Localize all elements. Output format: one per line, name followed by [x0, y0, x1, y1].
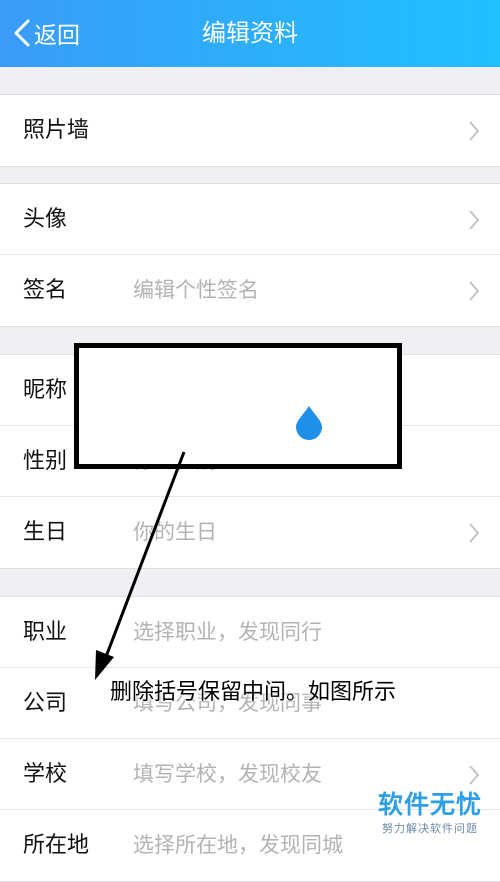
row-signature[interactable]: 签名 编辑个性签名	[0, 255, 500, 326]
watermark: 软件无忧 努力解决软件问题	[378, 790, 482, 836]
row-label: 昵称	[23, 378, 68, 403]
chevron-right-icon	[469, 121, 480, 141]
row-value: 填写学校，发现校友	[133, 762, 322, 786]
row-photo-wall[interactable]: 照片墙	[0, 95, 500, 166]
row-value: 你的生日	[133, 520, 217, 544]
watermark-subtitle: 努力解决软件问题	[381, 822, 478, 835]
row-avatar[interactable]: 头像	[0, 184, 500, 255]
annotation-box	[74, 343, 402, 469]
watermark-title: 软件无忧	[377, 790, 482, 819]
row-label: 生日	[23, 520, 68, 545]
chevron-right-icon	[469, 523, 480, 543]
row-value: 选择所在地，发现同城	[133, 833, 343, 857]
section-social: 职业 选择职业，发现同行 公司 填写公司，发现同事 学校 填写学校，发现校友 所…	[0, 596, 500, 882]
row-label: 公司	[23, 691, 68, 716]
chevron-right-icon	[469, 765, 480, 785]
annotation-text: 删除括号保留中间。如图所示	[110, 680, 397, 705]
row-label: 签名	[23, 278, 68, 303]
row-label: 所在地	[23, 833, 90, 858]
row-value: 选择职业，发现同行	[133, 620, 322, 644]
row-label: 职业	[23, 620, 68, 645]
row-occupation[interactable]: 职业 选择职业，发现同行	[0, 597, 500, 668]
row-label: 照片墙	[23, 118, 90, 143]
row-label: 性别	[23, 449, 68, 474]
row-label: 头像	[23, 207, 68, 232]
section-profile: 头像 签名 编辑个性签名	[0, 183, 500, 327]
chevron-right-icon	[469, 281, 480, 301]
nav-bar: 返回 编辑资料	[0, 0, 500, 67]
chevron-right-icon	[469, 210, 480, 230]
row-birthday[interactable]: 生日 你的生日	[0, 497, 500, 568]
row-label: 学校	[23, 762, 68, 787]
water-drop-icon	[296, 406, 322, 440]
page-title: 编辑资料	[202, 19, 298, 47]
row-value: 编辑个性签名	[133, 278, 259, 302]
section-photo-wall: 照片墙	[0, 94, 500, 167]
